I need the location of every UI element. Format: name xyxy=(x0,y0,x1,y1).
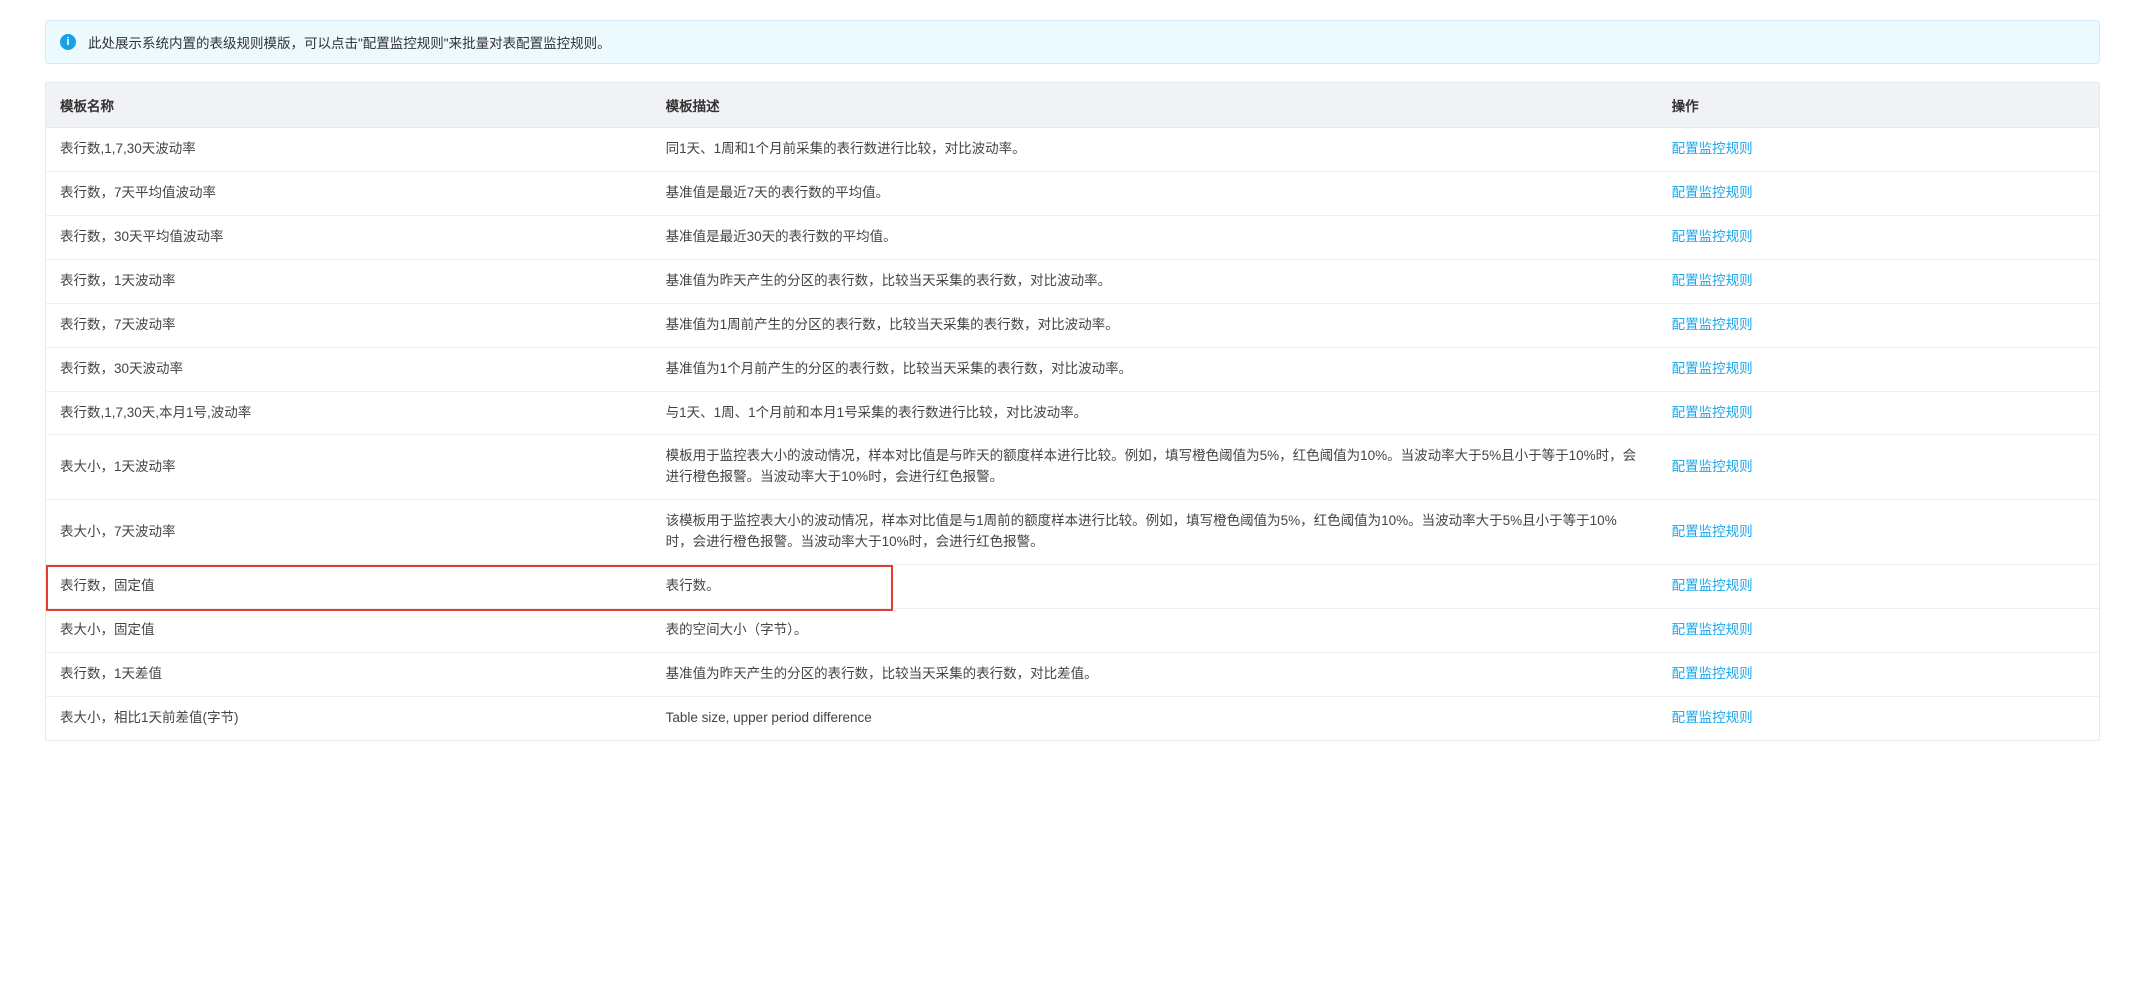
table-row: 表大小，固定值表的空间大小（字节）。配置监控规则 xyxy=(46,609,2099,653)
info-icon: i xyxy=(60,34,76,50)
table-row: 表行数，1天波动率基准值为昨天产生的分区的表行数，比较当天采集的表行数，对比波动… xyxy=(46,259,2099,303)
table-row: 表行数，30天波动率基准值为1个月前产生的分区的表行数，比较当天采集的表行数，对… xyxy=(46,347,2099,391)
table-row: 表大小，1天波动率模板用于监控表大小的波动情况，样本对比值是与昨天的额度样本进行… xyxy=(46,435,2099,500)
template-desc-cell: 与1天、1周、1个月前和本月1号采集的表行数进行比较，对比波动率。 xyxy=(652,391,1658,435)
template-desc-cell: 该模板用于监控表大小的波动情况，样本对比值是与1周前的额度样本进行比较。例如，填… xyxy=(652,500,1658,565)
info-banner: i 此处展示系统内置的表级规则模版，可以点击"配置监控规则"来批量对表配置监控规… xyxy=(45,20,2100,64)
configure-rule-link[interactable]: 配置监控规则 xyxy=(1672,185,1753,200)
template-desc-cell: 同1天、1周和1个月前采集的表行数进行比较，对比波动率。 xyxy=(652,128,1658,172)
table-row: 表行数，1天差值基准值为昨天产生的分区的表行数，比较当天采集的表行数，对比差值。… xyxy=(46,652,2099,696)
templates-table-wrap: 模板名称 模板描述 操作 表行数,1,7,30天波动率同1天、1周和1个月前采集… xyxy=(45,82,2100,741)
configure-rule-link[interactable]: 配置监控规则 xyxy=(1672,317,1753,332)
configure-rule-link[interactable]: 配置监控规则 xyxy=(1672,361,1753,376)
info-banner-text: 此处展示系统内置的表级规则模版，可以点击"配置监控规则"来批量对表配置监控规则。 xyxy=(88,32,611,52)
configure-rule-link[interactable]: 配置监控规则 xyxy=(1672,459,1753,474)
template-desc-cell: 基准值是最近7天的表行数的平均值。 xyxy=(652,171,1658,215)
template-action-cell: 配置监控规则 xyxy=(1658,303,2099,347)
table-row: 表行数，30天平均值波动率基准值是最近30天的表行数的平均值。配置监控规则 xyxy=(46,215,2099,259)
template-action-cell: 配置监控规则 xyxy=(1658,128,2099,172)
template-action-cell: 配置监控规则 xyxy=(1658,609,2099,653)
template-name-cell: 表大小，固定值 xyxy=(46,609,652,653)
template-name-cell: 表大小，相比1天前差值(字节) xyxy=(46,696,652,739)
template-name-cell: 表行数，1天波动率 xyxy=(46,259,652,303)
configure-rule-link[interactable]: 配置监控规则 xyxy=(1672,622,1753,637)
template-desc-cell: 表的空间大小（字节）。 xyxy=(652,609,1658,653)
table-row: 表行数，固定值表行数。配置监控规则 xyxy=(46,565,2099,609)
template-desc-cell: 模板用于监控表大小的波动情况，样本对比值是与昨天的额度样本进行比较。例如，填写橙… xyxy=(652,435,1658,500)
template-action-cell: 配置监控规则 xyxy=(1658,347,2099,391)
table-row: 表行数,1,7,30天波动率同1天、1周和1个月前采集的表行数进行比较，对比波动… xyxy=(46,128,2099,172)
template-desc-cell: 基准值为1个月前产生的分区的表行数，比较当天采集的表行数，对比波动率。 xyxy=(652,347,1658,391)
table-row: 表行数，7天波动率基准值为1周前产生的分区的表行数，比较当天采集的表行数，对比波… xyxy=(46,303,2099,347)
template-action-cell: 配置监控规则 xyxy=(1658,171,2099,215)
template-desc-cell: 基准值为昨天产生的分区的表行数，比较当天采集的表行数，对比波动率。 xyxy=(652,259,1658,303)
configure-rule-link[interactable]: 配置监控规则 xyxy=(1672,666,1753,681)
template-desc-cell: 基准值为1周前产生的分区的表行数，比较当天采集的表行数，对比波动率。 xyxy=(652,303,1658,347)
th-name: 模板名称 xyxy=(46,83,652,128)
template-action-cell: 配置监控规则 xyxy=(1658,565,2099,609)
template-action-cell: 配置监控规则 xyxy=(1658,652,2099,696)
configure-rule-link[interactable]: 配置监控规则 xyxy=(1672,710,1753,725)
configure-rule-link[interactable]: 配置监控规则 xyxy=(1672,524,1753,539)
table-row: 表行数,1,7,30天,本月1号,波动率与1天、1周、1个月前和本月1号采集的表… xyxy=(46,391,2099,435)
template-desc-cell: Table size, upper period difference xyxy=(652,696,1658,739)
table-row: 表大小，7天波动率该模板用于监控表大小的波动情况，样本对比值是与1周前的额度样本… xyxy=(46,500,2099,565)
table-row: 表大小，相比1天前差值(字节)Table size, upper period … xyxy=(46,696,2099,739)
template-name-cell: 表行数，30天波动率 xyxy=(46,347,652,391)
configure-rule-link[interactable]: 配置监控规则 xyxy=(1672,229,1753,244)
template-name-cell: 表行数,1,7,30天波动率 xyxy=(46,128,652,172)
template-name-cell: 表大小，7天波动率 xyxy=(46,500,652,565)
template-action-cell: 配置监控规则 xyxy=(1658,215,2099,259)
template-name-cell: 表行数，30天平均值波动率 xyxy=(46,215,652,259)
th-desc: 模板描述 xyxy=(652,83,1658,128)
table-row: 表行数，7天平均值波动率基准值是最近7天的表行数的平均值。配置监控规则 xyxy=(46,171,2099,215)
template-name-cell: 表行数，固定值 xyxy=(46,565,652,609)
template-action-cell: 配置监控规则 xyxy=(1658,696,2099,739)
th-action: 操作 xyxy=(1658,83,2099,128)
template-name-cell: 表大小，1天波动率 xyxy=(46,435,652,500)
templates-table: 模板名称 模板描述 操作 表行数,1,7,30天波动率同1天、1周和1个月前采集… xyxy=(46,83,2099,740)
template-action-cell: 配置监控规则 xyxy=(1658,435,2099,500)
template-desc-cell: 表行数。 xyxy=(652,565,1658,609)
configure-rule-link[interactable]: 配置监控规则 xyxy=(1672,141,1753,156)
template-action-cell: 配置监控规则 xyxy=(1658,500,2099,565)
template-action-cell: 配置监控规则 xyxy=(1658,391,2099,435)
configure-rule-link[interactable]: 配置监控规则 xyxy=(1672,405,1753,420)
template-name-cell: 表行数,1,7,30天,本月1号,波动率 xyxy=(46,391,652,435)
template-name-cell: 表行数，1天差值 xyxy=(46,652,652,696)
template-action-cell: 配置监控规则 xyxy=(1658,259,2099,303)
configure-rule-link[interactable]: 配置监控规则 xyxy=(1672,578,1753,593)
template-desc-cell: 基准值为昨天产生的分区的表行数，比较当天采集的表行数，对比差值。 xyxy=(652,652,1658,696)
template-desc-cell: 基准值是最近30天的表行数的平均值。 xyxy=(652,215,1658,259)
configure-rule-link[interactable]: 配置监控规则 xyxy=(1672,273,1753,288)
template-name-cell: 表行数，7天平均值波动率 xyxy=(46,171,652,215)
template-name-cell: 表行数，7天波动率 xyxy=(46,303,652,347)
